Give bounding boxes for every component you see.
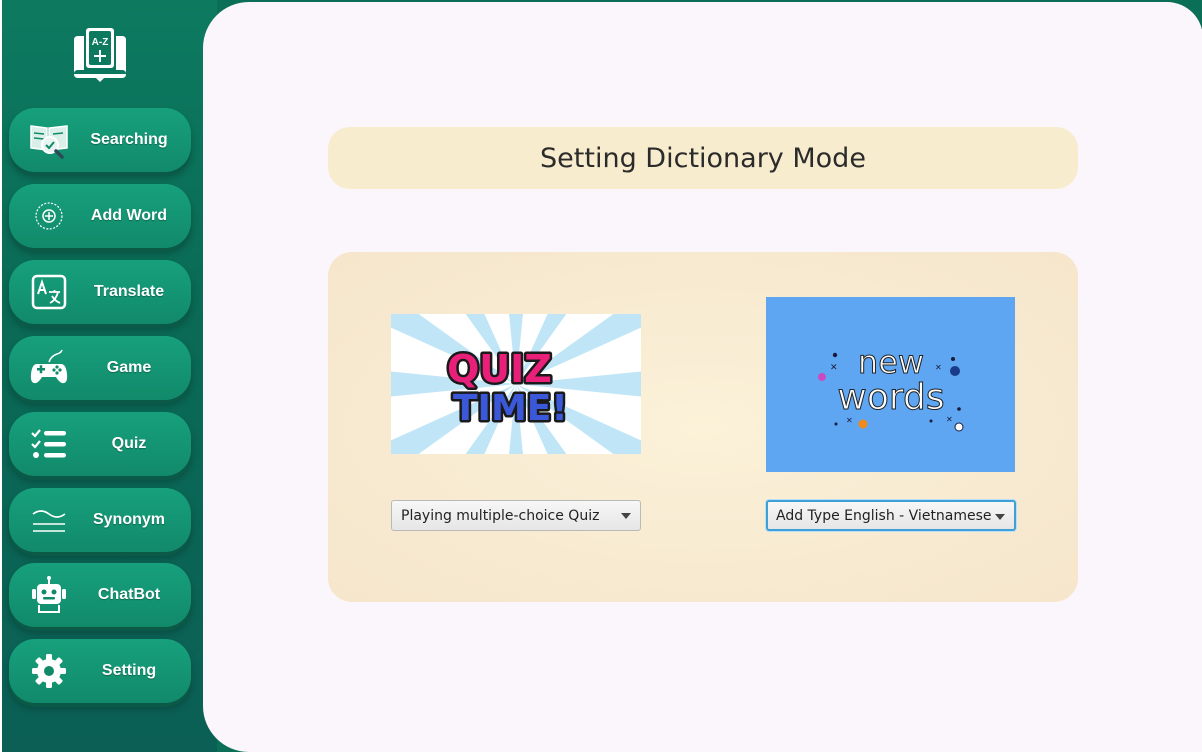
svg-text:✕: ✕ (935, 363, 942, 372)
words-text: words (837, 377, 944, 418)
quiz-mode-select[interactable]: Playing multiple-choice Quiz (391, 500, 641, 531)
svg-text:✕: ✕ (830, 363, 838, 373)
mode-settings-panel: QUIZ TIME! new words ✕ ✕ ✕ ✕ Playing mul… (328, 252, 1078, 602)
sidebar-item-chatbot[interactable]: ChatBot (9, 563, 191, 627)
robot-icon (29, 575, 69, 615)
sidebar-item-searching[interactable]: Searching (9, 108, 191, 172)
sidebar-item-label: Add Word (90, 207, 168, 224)
sidebar-item-label: Searching (90, 131, 168, 148)
gear-icon (29, 651, 69, 691)
new-text: new (858, 343, 924, 381)
sidebar-item-quiz[interactable]: Quiz (9, 412, 191, 476)
dictionary-logo-icon: A-Z (74, 28, 126, 82)
quiz-mode-select-value: Playing multiple-choice Quiz (401, 507, 600, 524)
book-search-icon (29, 120, 69, 160)
sidebar-item-setting[interactable]: Setting (9, 639, 191, 703)
app-window: A-Z Searching Add Word Translate Game Qu… (2, 0, 1202, 752)
synonym-lines-icon (29, 500, 69, 540)
chevron-down-icon (995, 514, 1005, 520)
svg-text:✕: ✕ (946, 415, 953, 424)
time-text: TIME! (453, 388, 568, 429)
sidebar-item-label: Translate (93, 283, 165, 300)
sidebar: A-Z Searching Add Word Translate Game Qu… (2, 0, 217, 752)
logo-text: A-Z (92, 37, 109, 48)
quiz-text: QUIZ (447, 347, 552, 391)
gamepad-icon (29, 348, 69, 388)
new-words-image: new words ✕ ✕ ✕ ✕ (766, 297, 1015, 472)
sidebar-item-label: Synonym (92, 511, 165, 528)
sidebar-item-add-word[interactable]: Add Word (9, 184, 191, 248)
add-word-type-select[interactable]: Add Type English - Vietnamese (766, 500, 1016, 531)
chevron-down-icon (621, 513, 631, 519)
sidebar-item-translate[interactable]: Translate (9, 260, 191, 324)
sidebar-item-label: ChatBot (97, 586, 161, 603)
sidebar-item-label: Game (106, 359, 152, 376)
quiz-time-image: QUIZ TIME! (391, 314, 641, 454)
sidebar-item-label: Setting (101, 662, 157, 679)
main-content: Setting Dictionary Mode QUIZ TIME! new w… (203, 2, 1202, 752)
page-title: Setting Dictionary Mode (328, 127, 1078, 189)
sidebar-item-synonym[interactable]: Synonym (9, 488, 191, 552)
sidebar-item-game[interactable]: Game (9, 336, 191, 400)
add-circle-icon (29, 196, 69, 236)
checklist-icon (29, 424, 69, 464)
add-word-type-select-value: Add Type English - Vietnamese (776, 507, 992, 524)
svg-text:✕: ✕ (846, 416, 853, 425)
sidebar-item-label: Quiz (111, 435, 147, 452)
translate-icon (29, 272, 69, 312)
